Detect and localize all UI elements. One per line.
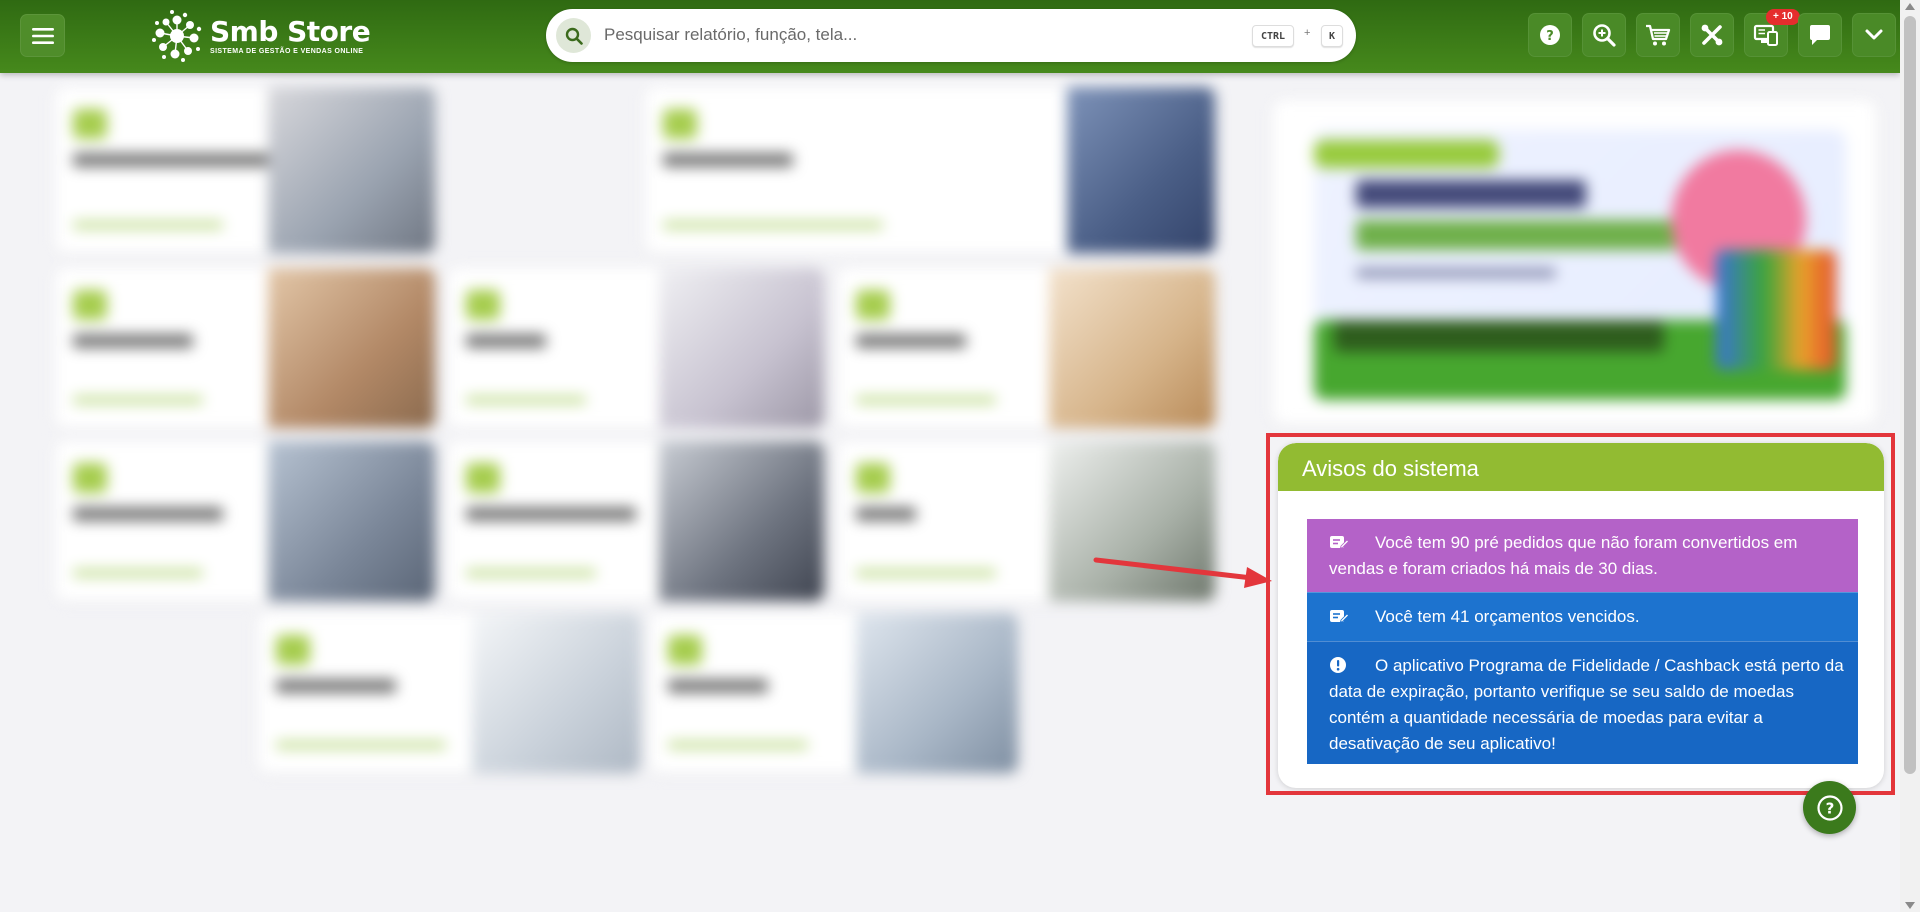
chevron-down-icon	[1865, 29, 1883, 40]
dashboard-tile	[55, 87, 435, 253]
dashboard-tile	[650, 613, 1018, 773]
user-menu-button[interactable]	[1852, 13, 1896, 57]
brand-subtitle: SISTEMA DE GESTÃO E VENDAS ONLINE	[210, 48, 364, 55]
help-icon: ?	[1816, 794, 1843, 821]
dashboard-tile	[55, 441, 435, 601]
promo-banner	[1272, 100, 1877, 425]
highlight-frame	[1266, 433, 1895, 795]
cart-button[interactable]	[1636, 13, 1680, 57]
shortcut-plus: +	[1304, 27, 1311, 39]
cart-icon	[1646, 24, 1671, 46]
svg-text:?: ?	[1546, 29, 1554, 44]
dashboard-tile	[448, 441, 824, 601]
zoom-button[interactable]	[1582, 13, 1626, 57]
dashboard-tile	[838, 268, 1215, 428]
brand-logo[interactable]: Smb Store SISTEMA DE GESTÃO E VENDAS ONL…	[150, 8, 371, 64]
zoom-in-icon	[1593, 24, 1616, 47]
shortcut-ctrl-key: CTRL	[1252, 25, 1294, 47]
hamburger-icon	[31, 27, 54, 44]
notification-badge: + 10	[1766, 9, 1800, 25]
help-icon: ?	[1540, 25, 1560, 45]
scroll-up-icon[interactable]	[1905, 3, 1915, 10]
search-input[interactable]	[604, 21, 1204, 49]
dashboard-tile	[645, 87, 1215, 253]
brand-title: Smb Store	[210, 15, 371, 48]
devices-icon	[1753, 24, 1778, 46]
scroll-thumb[interactable]	[1904, 16, 1916, 774]
tools-button[interactable]	[1690, 13, 1734, 57]
logo-mark-icon	[152, 10, 202, 62]
scroll-down-icon[interactable]	[1905, 902, 1915, 909]
shortcut-k-key: K	[1321, 25, 1343, 47]
page-scrollbar[interactable]	[1900, 0, 1920, 912]
dashboard-tile	[258, 613, 640, 773]
search-icon	[565, 27, 583, 45]
help-button[interactable]: ?	[1528, 13, 1572, 57]
hamburger-menu-button[interactable]	[20, 14, 65, 57]
top-navbar: Smb Store SISTEMA DE GESTÃO E VENDAS ONL…	[0, 0, 1900, 73]
tools-icon	[1701, 24, 1723, 46]
dashboard-tile	[448, 268, 824, 428]
chat-icon	[1810, 25, 1830, 45]
annotation-arrow-icon	[1093, 557, 1272, 588]
floating-help-button[interactable]: ?	[1803, 781, 1856, 834]
search-button[interactable]	[556, 18, 591, 53]
global-search: CTRL + K	[546, 9, 1356, 62]
chat-button[interactable]	[1798, 13, 1842, 57]
svg-text:?: ?	[1825, 799, 1834, 817]
dashboard-tile	[55, 268, 435, 428]
